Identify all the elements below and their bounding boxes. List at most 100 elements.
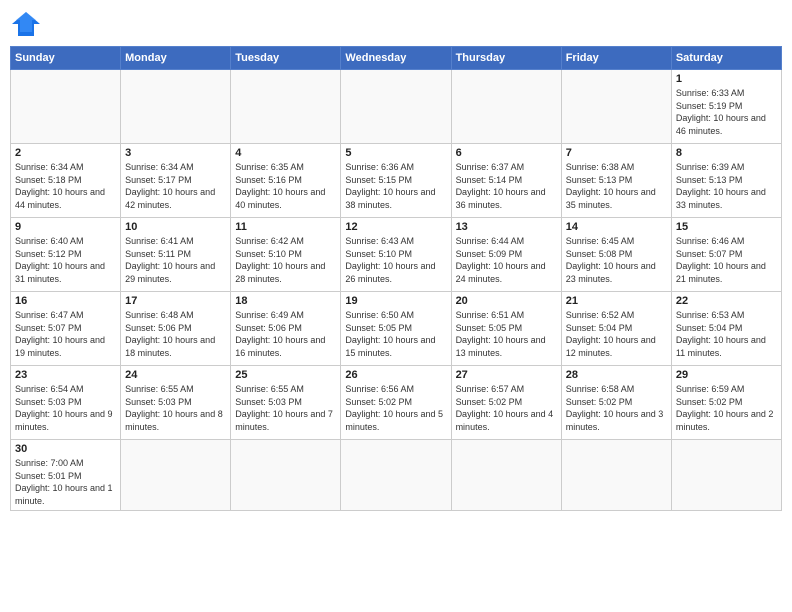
day-number: 5 [345,147,446,159]
week-row-4: 23 Sunrise: 6:54 AM Sunset: 5:03 PM Dayli… [11,366,782,440]
day-info: Sunrise: 6:54 AM Sunset: 5:03 PM Dayligh… [15,383,116,433]
logo-icon [10,10,42,38]
calendar-cell [341,440,451,511]
calendar-cell: 5 Sunrise: 6:36 AM Sunset: 5:15 PM Daylig… [341,144,451,218]
calendar-cell: 18Sunrise: 6:49 AM Sunset: 5:06 PM Dayli… [231,292,341,366]
day-info: Sunrise: 6:59 AM Sunset: 5:02 PM Dayligh… [676,383,777,433]
header [10,10,782,38]
day-number: 7 [566,147,667,159]
day-number: 28 [566,369,667,381]
day-number: 29 [676,369,777,381]
day-number: 16 [15,295,116,307]
week-row-3: 16 Sunrise: 6:47 AM Sunset: 5:07 PM Dayli… [11,292,782,366]
calendar-cell [121,70,231,144]
day-info: Sunrise: 6:38 AM Sunset: 5:13 PM Dayligh… [566,161,667,211]
week-row-1: 2Sunrise: 6:34 AM Sunset: 5:18 PM Daylig… [11,144,782,218]
day-number: 24 [125,369,226,381]
calendar-cell: 6 Sunrise: 6:37 AM Sunset: 5:14 PM Daylig… [451,144,561,218]
day-info: Sunrise: 6:34 AM Sunset: 5:17 PM Dayligh… [125,161,226,211]
day-number: 27 [456,369,557,381]
calendar-cell: 10 Sunrise: 6:41 AM Sunset: 5:11 PM Dayli… [121,218,231,292]
day-info: Sunrise: 6:42 AM Sunset: 5:10 PM Dayligh… [235,235,336,285]
week-row-0: 1Sunrise: 6:33 AM Sunset: 5:19 PM Daylig… [11,70,782,144]
calendar-cell: 16 Sunrise: 6:47 AM Sunset: 5:07 PM Dayli… [11,292,121,366]
day-number: 13 [456,221,557,233]
day-info: Sunrise: 6:40 AM Sunset: 5:12 PM Dayligh… [15,235,116,285]
calendar-cell: 1Sunrise: 6:33 AM Sunset: 5:19 PM Daylig… [671,70,781,144]
calendar-cell [451,440,561,511]
day-number: 2 [15,147,116,159]
day-number: 4 [235,147,336,159]
day-info: Sunrise: 6:47 AM Sunset: 5:07 PM Dayligh… [15,309,116,359]
weekday-header-row: SundayMondayTuesdayWednesdayThursdayFrid… [11,47,782,70]
day-info: Sunrise: 6:58 AM Sunset: 5:02 PM Dayligh… [566,383,667,433]
day-info: Sunrise: 6:57 AM Sunset: 5:02 PM Dayligh… [456,383,557,433]
day-number: 10 [125,221,226,233]
calendar-cell: 8 Sunrise: 6:39 AM Sunset: 5:13 PM Daylig… [671,144,781,218]
day-number: 26 [345,369,446,381]
day-info: Sunrise: 6:37 AM Sunset: 5:14 PM Dayligh… [456,161,557,211]
calendar-cell: 30 Sunrise: 7:00 AM Sunset: 5:01 PM Dayli… [11,440,121,511]
weekday-header-wednesday: Wednesday [341,47,451,70]
day-number: 20 [456,295,557,307]
calendar-cell: 21Sunrise: 6:52 AM Sunset: 5:04 PM Dayli… [561,292,671,366]
day-number: 1 [676,73,777,85]
day-info: Sunrise: 6:35 AM Sunset: 5:16 PM Dayligh… [235,161,336,211]
calendar-cell [231,70,341,144]
weekday-header-monday: Monday [121,47,231,70]
day-number: 18 [235,295,336,307]
weekday-header-sunday: Sunday [11,47,121,70]
day-info: Sunrise: 6:41 AM Sunset: 5:11 PM Dayligh… [125,235,226,285]
calendar-cell: 27 Sunrise: 6:57 AM Sunset: 5:02 PM Dayli… [451,366,561,440]
day-info: Sunrise: 6:52 AM Sunset: 5:04 PM Dayligh… [566,309,667,359]
calendar-cell: 13 Sunrise: 6:44 AM Sunset: 5:09 PM Dayli… [451,218,561,292]
calendar-cell [561,70,671,144]
calendar-cell: 12 Sunrise: 6:43 AM Sunset: 5:10 PM Dayli… [341,218,451,292]
calendar-cell [671,440,781,511]
weekday-header-saturday: Saturday [671,47,781,70]
weekday-header-thursday: Thursday [451,47,561,70]
day-number: 30 [15,443,116,455]
weekday-header-friday: Friday [561,47,671,70]
day-info: Sunrise: 6:50 AM Sunset: 5:05 PM Dayligh… [345,309,446,359]
week-row-5: 30 Sunrise: 7:00 AM Sunset: 5:01 PM Dayli… [11,440,782,511]
calendar-cell: 17Sunrise: 6:48 AM Sunset: 5:06 PM Dayli… [121,292,231,366]
day-number: 8 [676,147,777,159]
day-info: Sunrise: 6:51 AM Sunset: 5:05 PM Dayligh… [456,309,557,359]
day-info: Sunrise: 6:55 AM Sunset: 5:03 PM Dayligh… [235,383,336,433]
day-number: 23 [15,369,116,381]
calendar-cell [561,440,671,511]
calendar-cell: 28 Sunrise: 6:58 AM Sunset: 5:02 PM Dayli… [561,366,671,440]
calendar-cell: 7 Sunrise: 6:38 AM Sunset: 5:13 PM Daylig… [561,144,671,218]
day-number: 6 [456,147,557,159]
calendar-cell: 29 Sunrise: 6:59 AM Sunset: 5:02 PM Dayli… [671,366,781,440]
day-number: 12 [345,221,446,233]
day-number: 25 [235,369,336,381]
calendar-cell: 4 Sunrise: 6:35 AM Sunset: 5:16 PM Daylig… [231,144,341,218]
week-row-2: 9 Sunrise: 6:40 AM Sunset: 5:12 PM Daylig… [11,218,782,292]
calendar-cell: 15Sunrise: 6:46 AM Sunset: 5:07 PM Dayli… [671,218,781,292]
calendar: SundayMondayTuesdayWednesdayThursdayFrid… [10,46,782,511]
day-info: Sunrise: 6:53 AM Sunset: 5:04 PM Dayligh… [676,309,777,359]
calendar-cell [451,70,561,144]
day-info: Sunrise: 6:36 AM Sunset: 5:15 PM Dayligh… [345,161,446,211]
calendar-cell: 20 Sunrise: 6:51 AM Sunset: 5:05 PM Dayli… [451,292,561,366]
calendar-cell: 22Sunrise: 6:53 AM Sunset: 5:04 PM Dayli… [671,292,781,366]
day-info: Sunrise: 6:55 AM Sunset: 5:03 PM Dayligh… [125,383,226,433]
day-info: Sunrise: 7:00 AM Sunset: 5:01 PM Dayligh… [15,457,116,507]
day-info: Sunrise: 6:44 AM Sunset: 5:09 PM Dayligh… [456,235,557,285]
calendar-cell: 2Sunrise: 6:34 AM Sunset: 5:18 PM Daylig… [11,144,121,218]
day-info: Sunrise: 6:39 AM Sunset: 5:13 PM Dayligh… [676,161,777,211]
calendar-cell [341,70,451,144]
day-number: 9 [15,221,116,233]
day-info: Sunrise: 6:48 AM Sunset: 5:06 PM Dayligh… [125,309,226,359]
day-info: Sunrise: 6:45 AM Sunset: 5:08 PM Dayligh… [566,235,667,285]
calendar-cell [231,440,341,511]
calendar-cell: 3Sunrise: 6:34 AM Sunset: 5:17 PM Daylig… [121,144,231,218]
day-number: 11 [235,221,336,233]
day-info: Sunrise: 6:43 AM Sunset: 5:10 PM Dayligh… [345,235,446,285]
calendar-cell: 25 Sunrise: 6:55 AM Sunset: 5:03 PM Dayli… [231,366,341,440]
calendar-cell: 26Sunrise: 6:56 AM Sunset: 5:02 PM Dayli… [341,366,451,440]
calendar-cell: 9 Sunrise: 6:40 AM Sunset: 5:12 PM Daylig… [11,218,121,292]
calendar-cell [121,440,231,511]
